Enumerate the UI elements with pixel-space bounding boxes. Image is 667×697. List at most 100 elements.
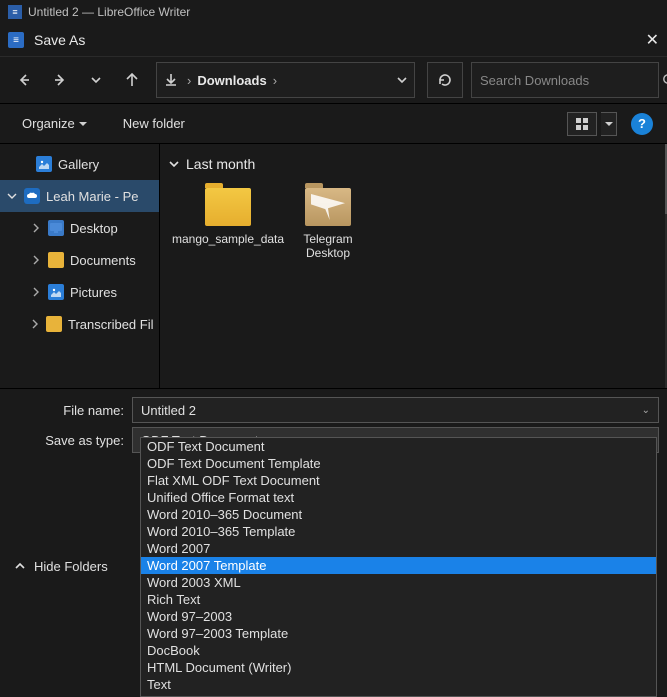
sidebar-item-gallery[interactable]: Gallery (0, 148, 159, 180)
chevron-down-icon (396, 74, 408, 86)
app-titlebar: ≡ Untitled 2 — LibreOffice Writer (0, 0, 667, 24)
dropdown-item[interactable]: Word 2007 (141, 540, 656, 557)
folder-icon (46, 316, 62, 332)
sidebar-item-desktop[interactable]: Desktop (0, 212, 159, 244)
up-button[interactable] (116, 64, 148, 96)
arrow-up-icon (124, 72, 140, 88)
sidebar-item-label: Gallery (58, 157, 99, 172)
folder-icon (205, 188, 251, 226)
back-button[interactable] (8, 64, 40, 96)
dropdown-item[interactable]: Word 2003 XML (141, 574, 656, 591)
dropdown-item[interactable]: Unified Office Format text (141, 489, 656, 506)
breadcrumb-location[interactable]: Downloads (193, 73, 270, 88)
sidebar-item-label: Desktop (70, 221, 118, 236)
sidebar-item-label: Transcribed Fil (68, 317, 153, 332)
sidebar-item-onedrive[interactable]: Leah Marie - Pe (0, 180, 159, 212)
folder-label: Telegram Desktop (288, 232, 368, 261)
search-icon[interactable] (662, 73, 667, 87)
sidebar-item-label: Documents (70, 253, 136, 268)
dropdown-item[interactable]: DocBook (141, 642, 656, 659)
forward-button[interactable] (44, 64, 76, 96)
dropdown-item[interactable]: Rich Text (141, 591, 656, 608)
sidebar-item-label: Pictures (70, 285, 117, 300)
filename-label: File name: (8, 403, 132, 418)
group-header[interactable]: Last month (168, 152, 659, 176)
chevron-down-icon (90, 74, 102, 86)
dropdown-item[interactable]: Word 2007 Template (141, 557, 656, 574)
folder-item[interactable]: Telegram Desktop (288, 188, 368, 261)
filename-value: Untitled 2 (141, 403, 196, 418)
dropdown-item[interactable]: ODF Text Document Template (141, 455, 656, 472)
gallery-icon (36, 156, 52, 172)
dialog-title: Save As (34, 32, 85, 48)
folder-item[interactable]: mango_sample_data (188, 188, 268, 261)
dropdown-item[interactable]: Word 2010–365 Template (141, 523, 656, 540)
group-label: Last month (186, 156, 255, 172)
chevron-right-icon: › (271, 73, 279, 88)
sidebar-item-transcribed[interactable]: Transcribed Fil (0, 308, 159, 340)
dropdown-item[interactable]: Word 97–2003 (141, 608, 656, 625)
sidebar-item-pictures[interactable]: Pictures (0, 276, 159, 308)
chevron-right-icon[interactable] (30, 223, 42, 233)
caret-down-icon (605, 120, 613, 128)
dropdown-item[interactable]: HTML Document (Writer) (141, 659, 656, 676)
chevron-right-icon[interactable] (30, 319, 40, 329)
refresh-icon (437, 72, 453, 88)
desktop-icon (48, 220, 64, 236)
hide-folders-label: Hide Folders (34, 559, 108, 574)
app-title: Untitled 2 — LibreOffice Writer (28, 5, 190, 19)
dropdown-item[interactable]: Flat XML ODF Text Document (141, 472, 656, 489)
savetype-dropdown-list[interactable]: ODF Text DocumentODF Text Document Templ… (140, 437, 657, 697)
chevron-down-icon (168, 158, 180, 170)
dropdown-item[interactable]: Text (141, 676, 656, 693)
search-input[interactable] (480, 73, 656, 88)
dropdown-item[interactable]: ODF Text Document (141, 438, 656, 455)
navbar: › Downloads › (0, 56, 667, 104)
chevron-down-icon[interactable] (6, 191, 18, 201)
folder-icon (305, 188, 351, 226)
savetype-label: Save as type: (8, 433, 132, 448)
body: Gallery Leah Marie - Pe Desktop Document… (0, 144, 667, 388)
breadcrumb-dropdown[interactable] (396, 74, 408, 86)
folder-row: mango_sample_data Telegram Desktop (168, 188, 659, 261)
view-mode-dropdown[interactable] (601, 112, 617, 136)
filename-field[interactable]: Untitled 2 ⌄ (132, 397, 659, 423)
new-folder-button[interactable]: New folder (115, 112, 193, 135)
arrow-left-icon (16, 72, 32, 88)
close-button[interactable]: ✕ (646, 30, 659, 50)
dialog-titlebar: ≡ Save As ✕ (0, 24, 667, 56)
refresh-button[interactable] (427, 62, 463, 98)
download-icon (163, 72, 179, 88)
breadcrumb[interactable]: › Downloads › (156, 62, 415, 98)
dropdown-item[interactable]: Word 2010–365 Document (141, 506, 656, 523)
file-content-area[interactable]: Last month mango_sample_data Telegram De… (160, 144, 667, 388)
onedrive-icon (24, 188, 40, 204)
folder-label: mango_sample_data (172, 232, 284, 246)
new-folder-label: New folder (123, 116, 185, 131)
hide-folders-button[interactable]: Hide Folders (14, 559, 108, 574)
sidebar: Gallery Leah Marie - Pe Desktop Document… (0, 144, 160, 388)
chevron-right-icon: › (185, 73, 193, 88)
caret-down-icon (79, 120, 87, 128)
recent-dropdown[interactable] (80, 64, 112, 96)
organize-button[interactable]: Organize (14, 112, 95, 135)
chevron-right-icon[interactable] (30, 255, 42, 265)
help-button[interactable]: ? (631, 113, 653, 135)
save-doc-icon: ≡ (8, 32, 24, 48)
footer: Hide Folders (0, 550, 122, 582)
sidebar-item-documents[interactable]: Documents (0, 244, 159, 276)
search-box[interactable] (471, 62, 659, 98)
writer-doc-icon: ≡ (8, 5, 22, 19)
organize-label: Organize (22, 116, 75, 131)
view-mode-button[interactable] (567, 112, 597, 136)
sidebar-item-label: Leah Marie - Pe (46, 189, 139, 204)
arrow-right-icon (52, 72, 68, 88)
filename-dropdown-icon[interactable]: ⌄ (642, 405, 650, 416)
folder-icon (48, 252, 64, 268)
toolbar: Organize New folder ? (0, 104, 667, 144)
pictures-icon (48, 284, 64, 300)
chevron-right-icon[interactable] (30, 287, 42, 297)
chevron-up-icon (14, 560, 26, 572)
view-grid-icon (575, 117, 589, 131)
dropdown-item[interactable]: Word 97–2003 Template (141, 625, 656, 642)
